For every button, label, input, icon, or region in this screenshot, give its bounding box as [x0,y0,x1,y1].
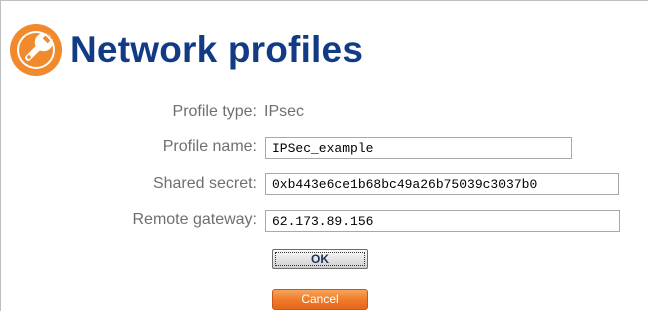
ok-button[interactable]: OK [272,249,368,269]
shared-secret-label: Shared secret: [152,175,257,192]
left-border [0,0,1,311]
remote-gateway-input[interactable] [265,210,620,232]
profile-name-label: Profile name: [162,138,257,155]
shared-secret-input[interactable] [265,173,619,195]
profile-type-value: IPsec [264,103,305,120]
page-header: Network profiles [8,20,363,80]
page-title: Network profiles [70,29,364,70]
profile-type-label: Profile type: [172,103,257,120]
wrench-icon [8,22,64,78]
profile-name-input[interactable] [265,137,572,159]
remote-gateway-label: Remote gateway: [132,211,257,228]
top-border [0,0,648,1]
cancel-button[interactable]: Cancel [272,289,368,310]
network-profiles-page: Network profiles Profile type: IPsec Pro… [0,0,648,311]
